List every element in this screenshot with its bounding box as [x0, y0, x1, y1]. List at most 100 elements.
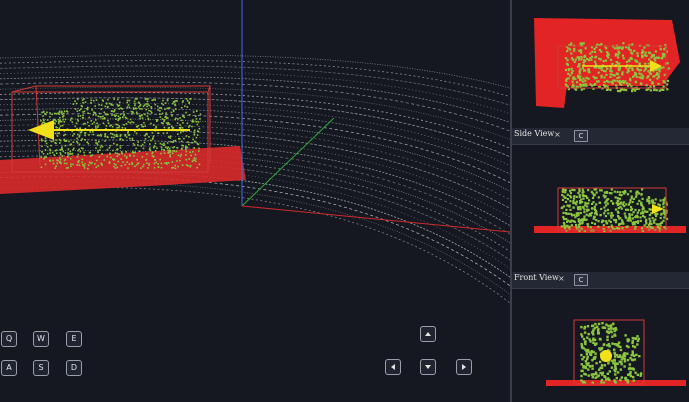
top-view-panel[interactable] [512, 0, 689, 126]
vehicle-point [634, 371, 637, 374]
key-q-button[interactable]: Q [1, 331, 17, 347]
side-view-c-button[interactable]: C [574, 130, 588, 142]
vehicle-point [137, 124, 140, 127]
side-view-panel[interactable]: Side View × C [512, 128, 689, 270]
key-s-button[interactable]: S [33, 360, 49, 376]
vehicle-point [624, 208, 628, 211]
vehicle-point [167, 123, 169, 125]
vehicle-point [608, 219, 611, 222]
front-view-panel[interactable]: Front View × C [512, 272, 689, 402]
vehicle-point [594, 352, 597, 355]
vehicle-point [621, 71, 624, 74]
vehicle-point [176, 147, 178, 149]
vehicle-point [589, 83, 592, 86]
vehicle-point [604, 84, 607, 88]
front-view-canvas[interactable] [512, 272, 689, 402]
vehicle-point [124, 116, 127, 119]
vehicle-point [571, 188, 574, 191]
vehicle-point [631, 69, 634, 72]
vehicle-point [132, 107, 135, 109]
vehicle-point [113, 142, 115, 145]
vehicle-point [103, 159, 106, 161]
vehicle-point [185, 154, 187, 156]
vehicle-point [663, 81, 666, 84]
down-arrow-button[interactable] [420, 359, 436, 375]
vehicle-point [638, 199, 641, 202]
vehicle-point [634, 337, 637, 340]
vehicle-point [152, 124, 155, 126]
vehicle-point [632, 211, 635, 214]
key-d-button[interactable]: D [66, 360, 82, 376]
vehicle-point [82, 114, 84, 117]
close-icon[interactable]: × [558, 274, 565, 283]
vehicle-point [99, 149, 101, 151]
vehicle-point [176, 122, 179, 124]
vehicle-point [621, 219, 624, 222]
vehicle-point [575, 226, 578, 229]
vehicle-point [595, 362, 598, 365]
vehicle-point [112, 149, 114, 152]
vehicle-point [573, 60, 576, 63]
vehicle-point [584, 79, 587, 82]
vehicle-point [61, 124, 64, 127]
vehicle-point [610, 224, 613, 227]
vehicle-point [603, 212, 606, 215]
vehicle-point [613, 190, 616, 193]
vehicle-point [161, 148, 163, 151]
vehicle-point [88, 125, 90, 127]
vehicle-point [79, 150, 82, 153]
vehicle-point [644, 210, 647, 213]
vehicle-point [72, 141, 75, 143]
vehicle-point [589, 226, 592, 229]
main-3d-view[interactable]: Q W E A S D [0, 0, 510, 402]
vehicle-point [118, 108, 120, 110]
vehicle-point [172, 126, 175, 129]
right-arrow-button[interactable] [456, 359, 472, 375]
vehicle-point [171, 167, 173, 169]
vehicle-point [118, 125, 121, 127]
front-view-c-button[interactable]: C [574, 274, 588, 286]
vehicle-point [145, 108, 147, 111]
vehicle-point [566, 193, 569, 196]
vehicle-point [109, 125, 111, 127]
vehicle-point [577, 224, 581, 227]
key-a-button[interactable]: A [1, 360, 17, 376]
vehicle-point [634, 71, 637, 74]
up-arrow-button[interactable] [420, 326, 436, 342]
vehicle-point [198, 147, 200, 150]
vehicle-point [171, 161, 174, 163]
vehicle-point [194, 115, 197, 117]
vehicle-point [141, 117, 144, 119]
vehicle-point [78, 164, 81, 166]
top-view-canvas[interactable] [512, 0, 689, 126]
left-arrow-button[interactable] [385, 359, 401, 375]
vehicle-point [569, 189, 572, 192]
vehicle-point [107, 119, 109, 122]
vehicle-point [134, 165, 136, 168]
vehicle-point [43, 157, 45, 160]
vehicle-point [600, 68, 603, 71]
vehicle-point [154, 159, 157, 161]
vehicle-point [617, 50, 620, 53]
vehicle-point [143, 104, 146, 106]
close-icon[interactable]: × [554, 130, 561, 139]
vehicle-point [151, 152, 153, 155]
vehicle-point [126, 106, 129, 108]
vehicle-point [641, 49, 644, 52]
vehicle-point [144, 98, 147, 101]
vehicle-point [101, 117, 104, 120]
vehicle-point [613, 74, 616, 77]
key-w-button[interactable]: W [33, 331, 49, 347]
vehicle-point [153, 145, 156, 147]
vehicle-point [198, 127, 201, 130]
vehicle-point [594, 208, 597, 212]
key-e-button[interactable]: E [66, 331, 82, 347]
vehicle-point [131, 113, 133, 115]
vehicle-point [649, 72, 652, 75]
side-view-canvas[interactable] [512, 128, 689, 270]
vehicle-point [63, 121, 66, 123]
vehicle-point [109, 144, 111, 147]
vehicle-point [117, 160, 120, 163]
vehicle-point [192, 111, 195, 113]
vehicle-point [81, 163, 84, 166]
